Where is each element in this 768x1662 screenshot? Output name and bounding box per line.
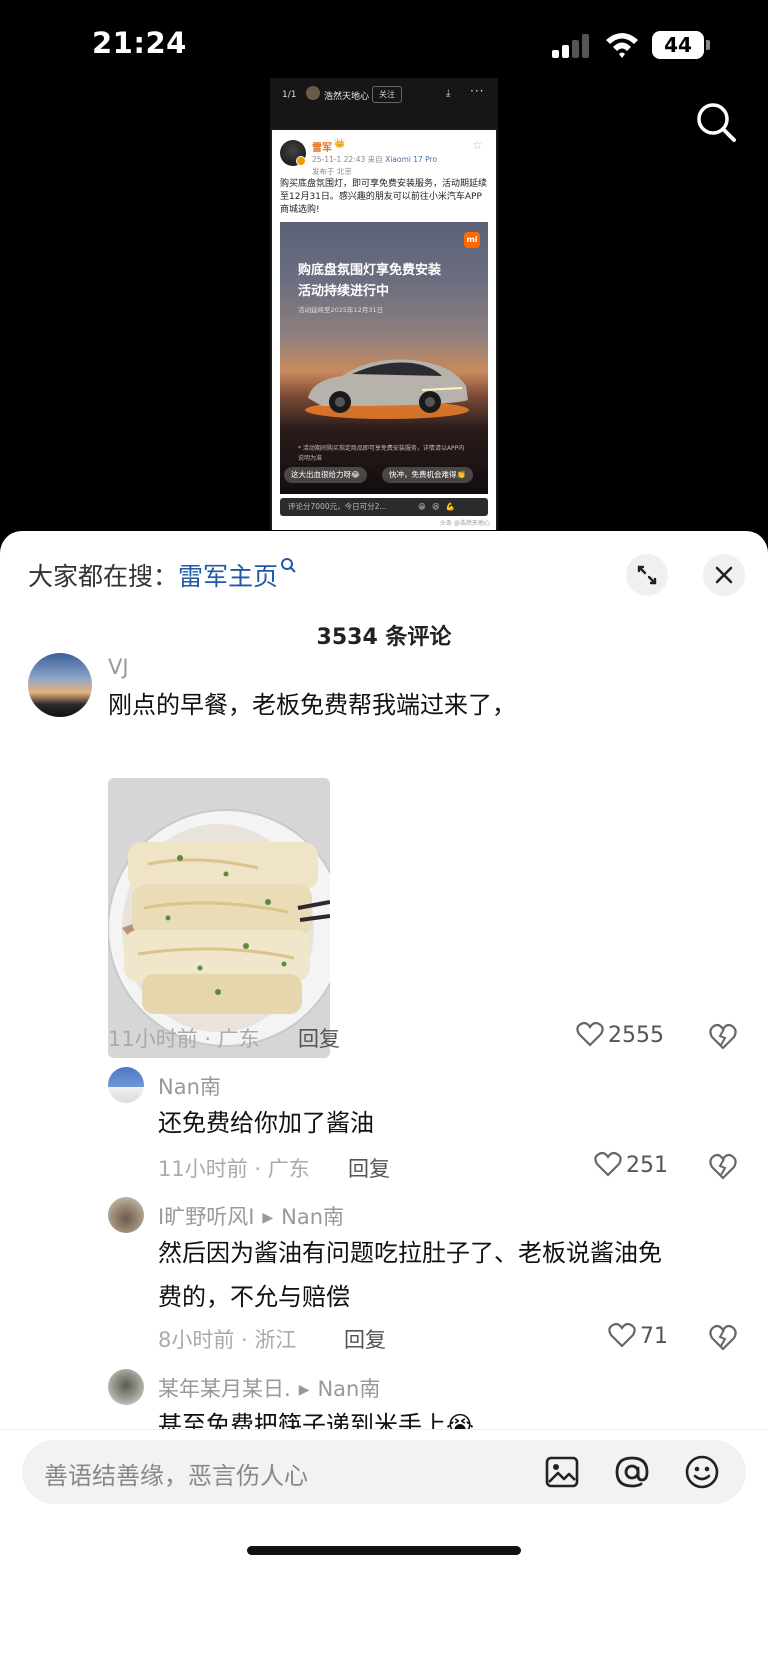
- cellular-signal-icon: [552, 34, 596, 58]
- reply-button[interactable]: 回复: [348, 1153, 390, 1183]
- dislike-icon[interactable]: [708, 1323, 738, 1351]
- comment-image[interactable]: [108, 778, 330, 1058]
- heart-icon: [608, 1322, 636, 1348]
- reply-text: 然后因为酱油有问题吃拉肚子了、老板说酱油免 费的，不允与赔偿: [158, 1239, 662, 1311]
- emoji-icon[interactable]: [684, 1454, 720, 1490]
- verified-badge-icon: [296, 156, 306, 166]
- reply-meta: 8小时前 · 浙江: [158, 1328, 297, 1352]
- comment-input-bar: 善语结善缘，恶言伤人心: [0, 1429, 768, 1662]
- comment-input-placeholder: 善语结善缘，恶言伤人心: [44, 1462, 308, 1490]
- promo-title: 购底盘氛围灯享免费安装 活动持续进行中: [298, 263, 442, 299]
- dislike-icon[interactable]: [708, 1022, 738, 1050]
- comment-username[interactable]: VJ: [108, 655, 129, 679]
- reply-meta: 11小时前 · 广东: [158, 1157, 310, 1181]
- author-name: 浩然天地心: [324, 92, 370, 102]
- page-indicator: 1/1: [282, 90, 297, 100]
- home-indicator: [247, 1546, 521, 1555]
- food-photo: [108, 778, 330, 1058]
- screenshot-comment-hint: 评论分7000元，今日可分2... 😁😆💪: [280, 498, 488, 516]
- reply-button[interactable]: 回复: [344, 1324, 386, 1354]
- favorite-icon: ☆: [472, 138, 483, 152]
- avatar[interactable]: [28, 653, 92, 717]
- promo-fineprint: * 活动期间购买指定商品即可享免费安装服务，详情请以APP内说明为准: [298, 445, 465, 462]
- like-button[interactable]: 2555: [576, 1021, 664, 1048]
- search-icon[interactable]: [694, 100, 738, 144]
- promo-image: mi 购底盘氛围灯享免费安装 活动持续进行中 活动延续至2025年12月31日 …: [280, 222, 488, 494]
- at-icon[interactable]: [614, 1454, 650, 1490]
- reply-username: I旷野听风I ▶ Nan南: [158, 1205, 345, 1229]
- post-location: 发布于 北京: [312, 167, 352, 176]
- reply-arrow-icon: ▶: [262, 1210, 274, 1226]
- like-button[interactable]: 251: [594, 1151, 668, 1178]
- expand-button[interactable]: [626, 554, 668, 596]
- wifi-icon: [606, 33, 638, 58]
- hot-search-keyword[interactable]: 雷军主页: [178, 562, 278, 591]
- danmaku-pill: 快冲，免费机会难得👏: [382, 467, 473, 483]
- avatar[interactable]: [108, 1197, 144, 1233]
- reply-target[interactable]: Nan南: [317, 1377, 380, 1401]
- heart-icon: [594, 1151, 622, 1177]
- reply-button[interactable]: 回复: [298, 1023, 340, 1053]
- screenshot-topbar: 1/1 浩然天地心 关注 ⤓ ···: [270, 78, 498, 128]
- comment-sheet: 大家都在搜：雷军主页 3534 条评论 VJ 刚点的早餐，老板免费帮我端过来了，: [0, 531, 768, 1662]
- battery-level: 44: [652, 31, 704, 59]
- like-count: 71: [640, 1324, 668, 1349]
- screenshot-tag: 头条 @浩然天地心: [440, 520, 490, 527]
- poster-name: 雷军: [312, 143, 332, 154]
- image-icon[interactable]: [544, 1454, 580, 1490]
- xiaomi-logo-icon: mi: [464, 232, 480, 248]
- download-icon: ⤓: [446, 88, 451, 99]
- like-count: 2555: [608, 1023, 664, 1048]
- post-text: 购买底盘氛围灯，即可享免费安装服务，活动期延续至12月31日。感兴趣的朋友可以前…: [280, 179, 488, 215]
- post-meta: 25-11-1 22:43 来自 Xiaomi 17 Pro: [312, 155, 438, 164]
- heart-icon: [576, 1021, 604, 1047]
- like-button[interactable]: 71: [608, 1322, 668, 1349]
- weibo-post-card: 雷军 👑 25-11-1 22:43 来自 Xiaomi 17 Pro 发布于 …: [272, 130, 496, 530]
- car-illustration: [305, 359, 469, 419]
- comment-input[interactable]: 善语结善缘，恶言伤人心: [22, 1440, 746, 1504]
- search-small-icon: [281, 558, 296, 573]
- comment-text: 刚点的早餐，老板免费帮我端过来了，: [108, 691, 516, 719]
- dislike-icon[interactable]: [708, 1152, 738, 1180]
- battery-icon: 44: [652, 31, 710, 59]
- close-button[interactable]: [703, 554, 745, 596]
- hot-search-row[interactable]: 大家都在搜：雷军主页: [28, 557, 296, 593]
- more-icon: ···: [470, 84, 485, 98]
- reply-arrow-icon: ▶: [298, 1382, 310, 1398]
- close-icon: [715, 566, 733, 584]
- crown-icon: 👑: [334, 139, 346, 149]
- avatar[interactable]: [108, 1369, 144, 1405]
- comment-count: 3534 条评论: [316, 625, 452, 650]
- reply-target[interactable]: Nan南: [281, 1205, 344, 1229]
- reply-username: 某年某月某日. ▶ Nan南: [158, 1377, 381, 1401]
- post-screenshot[interactable]: 1/1 浩然天地心 关注 ⤓ ··· 雷军 👑 25-11-1 22:43 来自…: [270, 78, 498, 530]
- reply-username[interactable]: Nan南: [158, 1071, 221, 1101]
- danmaku-pill: 这大出血很给力呀😂: [284, 467, 367, 483]
- clock: 21:24: [92, 26, 187, 60]
- avatar[interactable]: [108, 1067, 144, 1103]
- promo-subtitle: 活动延续至2025年12月31日: [298, 306, 384, 314]
- comment-meta: 11小时前 · 广东: [108, 1027, 260, 1051]
- like-count: 251: [626, 1153, 668, 1178]
- reply-text: 还免费给你加了酱油: [158, 1109, 374, 1137]
- follow-button: 关注: [372, 86, 402, 103]
- expand-icon: [637, 565, 657, 585]
- author-avatar: [306, 86, 320, 100]
- hot-search-label: 大家都在搜：: [28, 562, 179, 591]
